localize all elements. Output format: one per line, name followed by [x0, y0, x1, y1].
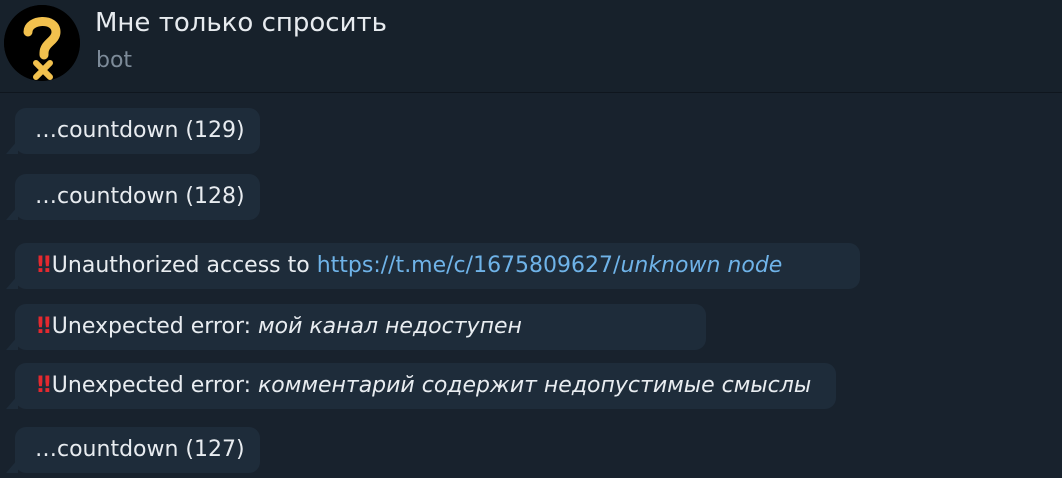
message-link-italic[interactable]: unknown node: [620, 253, 782, 278]
message-text: …countdown (129): [35, 118, 245, 143]
message-list: …countdown (129) …countdown (128) ‼ Unaut…: [0, 93, 1062, 478]
chat-subtitle: bot: [96, 48, 133, 73]
message-prefix: Unexpected error:: [51, 373, 259, 398]
message-detail: комментарий содержит недопустимые смыслы: [258, 373, 812, 398]
message-text: …countdown (128): [35, 184, 245, 209]
double-exclamation-icon: ‼: [37, 373, 51, 398]
chat-header: Мне только спросить bot: [0, 0, 1062, 93]
double-exclamation-icon: ‼: [37, 253, 51, 278]
chat-title: Мне только спросить: [95, 8, 387, 38]
message-bubble[interactable]: …countdown (127): [6, 427, 260, 473]
message-bubble[interactable]: ‼ Unexpected error: мой канал недоступен: [6, 304, 706, 350]
question-mark-icon: [4, 5, 80, 81]
message-bubble[interactable]: ‼ Unauthorized access to https://t.me/c/1…: [6, 243, 860, 289]
message-text: …countdown (127): [35, 437, 245, 462]
message-bubble[interactable]: …countdown (129): [6, 108, 260, 154]
message-prefix: Unexpected error:: [51, 314, 259, 339]
message-bubble[interactable]: …countdown (128): [6, 174, 260, 220]
message-bubble[interactable]: ‼ Unexpected error: комментарий содержит …: [6, 363, 836, 409]
bot-avatar[interactable]: [4, 5, 80, 81]
message-link-url[interactable]: https://t.me/c/1675809627/: [317, 253, 621, 278]
double-exclamation-icon: ‼: [37, 314, 51, 339]
message-detail: мой канал недоступен: [258, 314, 522, 339]
message-link[interactable]: https://t.me/c/1675809627/unknown node: [317, 253, 783, 278]
message-prefix: Unauthorized access to: [51, 253, 317, 278]
